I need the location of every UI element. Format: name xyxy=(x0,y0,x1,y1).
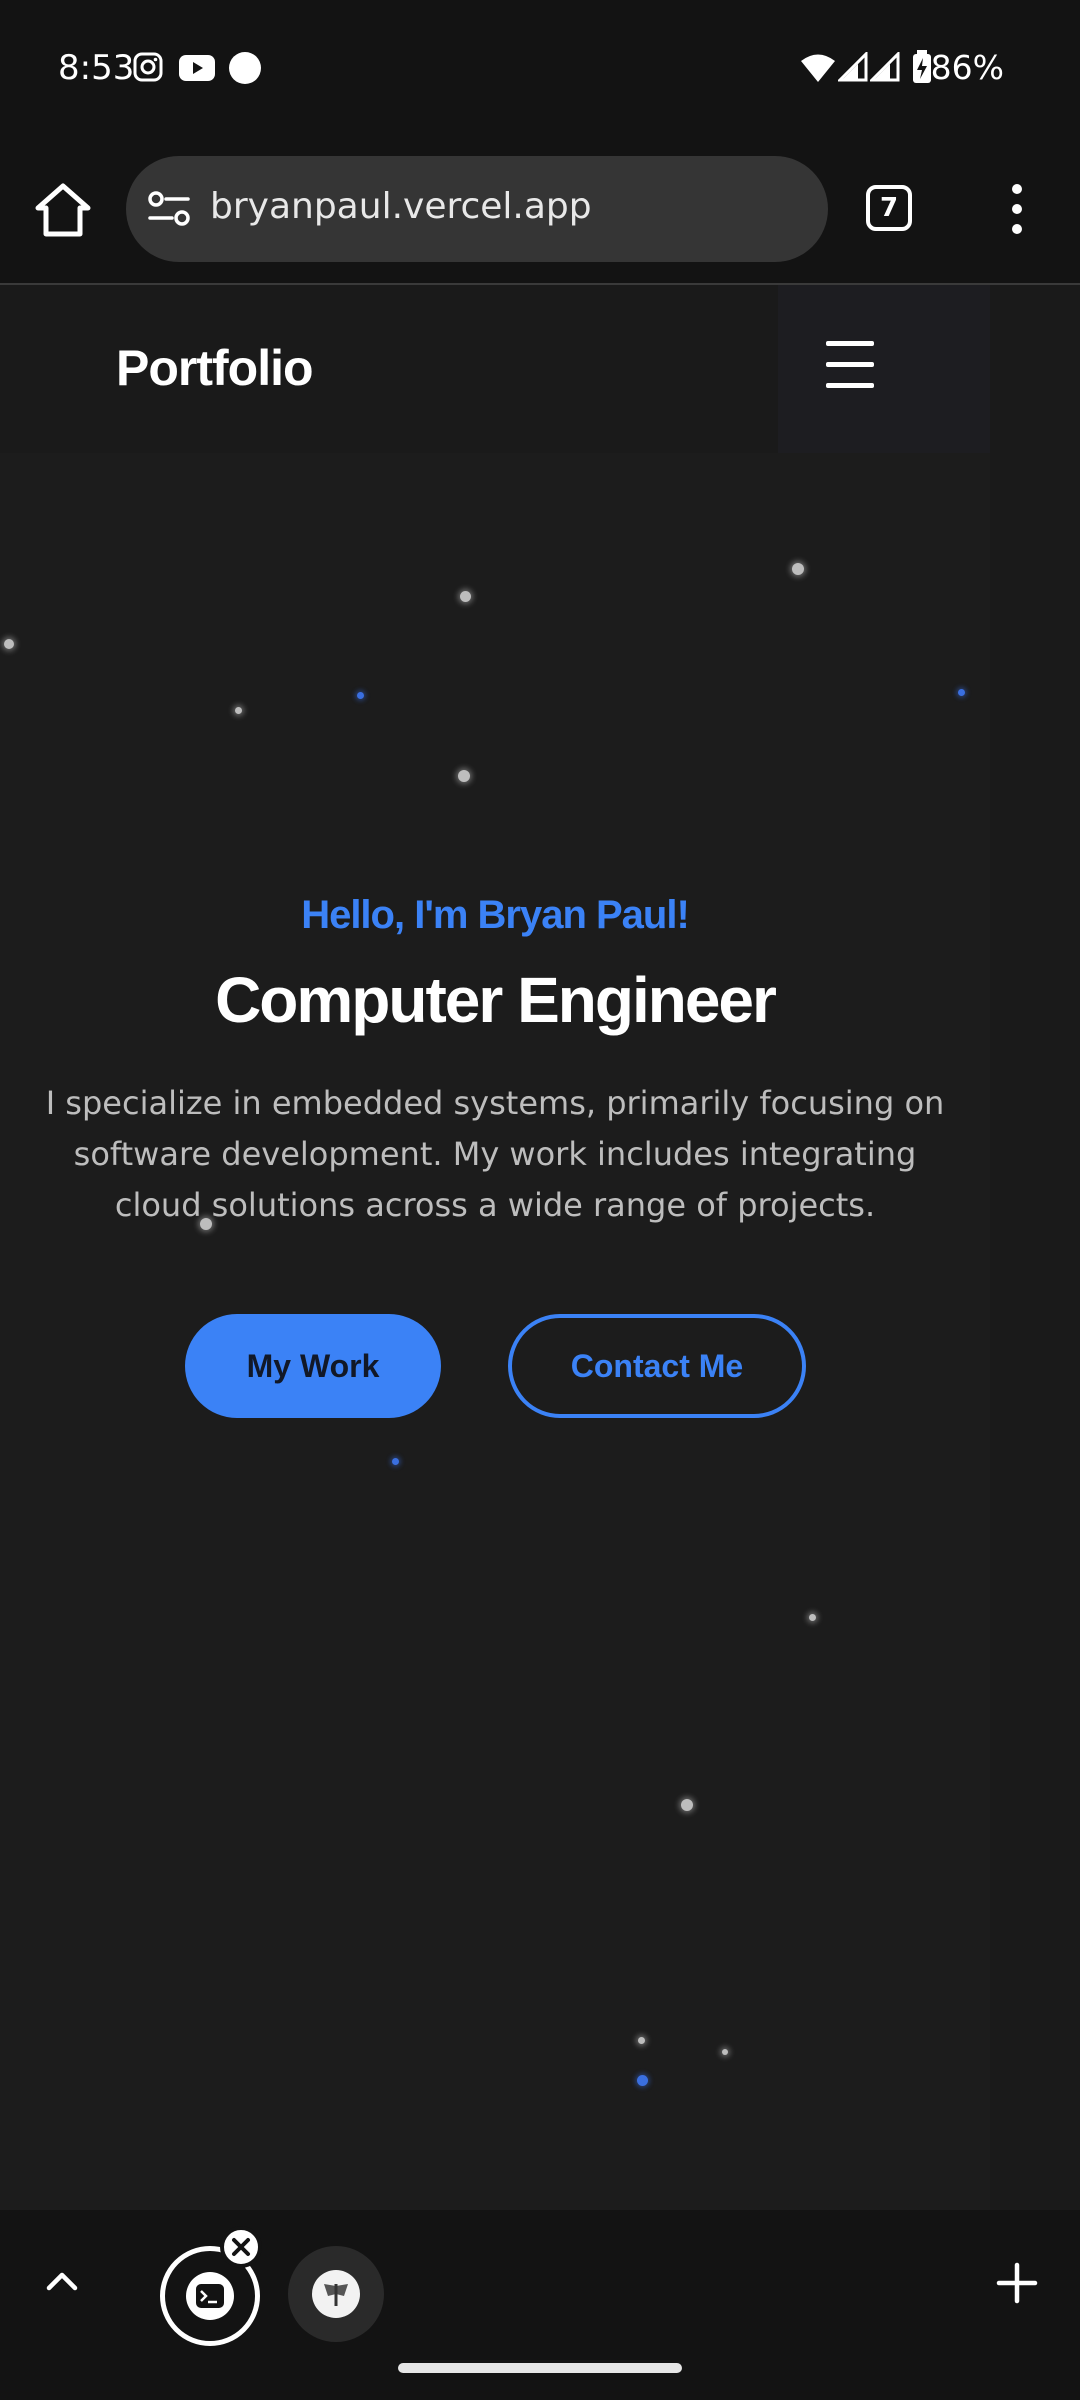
star-particle xyxy=(357,692,364,699)
signal-icon xyxy=(870,52,900,82)
signal-icon xyxy=(838,52,868,82)
more-options-icon[interactable] xyxy=(1000,182,1034,236)
star-particle xyxy=(722,2049,728,2055)
star-particle xyxy=(235,707,242,714)
status-bar: 8:53 86% xyxy=(0,0,1080,135)
star-particle xyxy=(809,1614,816,1621)
browser-toolbar: bryanpaul.vercel.app 7 xyxy=(0,135,1080,285)
youtube-icon xyxy=(179,55,215,81)
star-particle xyxy=(392,1458,399,1465)
my-work-button[interactable]: My Work xyxy=(185,1314,441,1418)
star-particle xyxy=(460,591,471,602)
home-icon[interactable] xyxy=(30,178,96,244)
star-particle xyxy=(792,563,804,575)
star-particle xyxy=(958,689,965,696)
dot-icon xyxy=(229,52,261,84)
site-settings-icon[interactable] xyxy=(146,186,192,232)
tab-group-item-moth[interactable] xyxy=(288,2246,384,2342)
tab-switcher-button[interactable]: 7 xyxy=(866,185,912,231)
plus-icon[interactable] xyxy=(996,2262,1038,2304)
chevron-up-icon[interactable] xyxy=(44,2264,80,2300)
instagram-icon xyxy=(133,52,163,82)
gesture-navigation-bar[interactable] xyxy=(398,2363,682,2373)
close-icon[interactable] xyxy=(220,2226,262,2268)
hamburger-menu-icon[interactable] xyxy=(826,341,874,389)
star-particle xyxy=(458,770,470,782)
terminal-app-icon xyxy=(186,2272,234,2320)
wifi-icon xyxy=(801,54,835,82)
battery-percentage: 86% xyxy=(930,48,1004,87)
status-time: 8:53 xyxy=(58,48,135,88)
star-particle xyxy=(4,639,14,649)
battery-charging-icon xyxy=(913,50,931,83)
hero-greeting: Hello, I'm Bryan Paul! xyxy=(301,893,690,937)
url-text[interactable]: bryanpaul.vercel.app xyxy=(210,186,592,227)
moth-app-icon xyxy=(312,2270,360,2318)
star-particle xyxy=(681,1799,693,1811)
address-bar[interactable]: bryanpaul.vercel.app xyxy=(126,156,828,262)
page-edge xyxy=(990,453,1080,2210)
star-particle xyxy=(638,2037,645,2044)
hero-headline: Computer Engineer xyxy=(215,964,777,1036)
navbar-menu-area xyxy=(778,285,990,453)
star-particle xyxy=(637,2075,648,2086)
contact-me-button[interactable]: Contact Me xyxy=(508,1314,806,1418)
hero-description: I specialize in embedded systems, primar… xyxy=(45,1084,945,1224)
site-navbar: Portfolio xyxy=(0,285,1080,453)
hero-section: Hello, I'm Bryan Paul! Computer Engineer… xyxy=(0,453,990,2210)
site-brand[interactable]: Portfolio xyxy=(116,339,314,397)
